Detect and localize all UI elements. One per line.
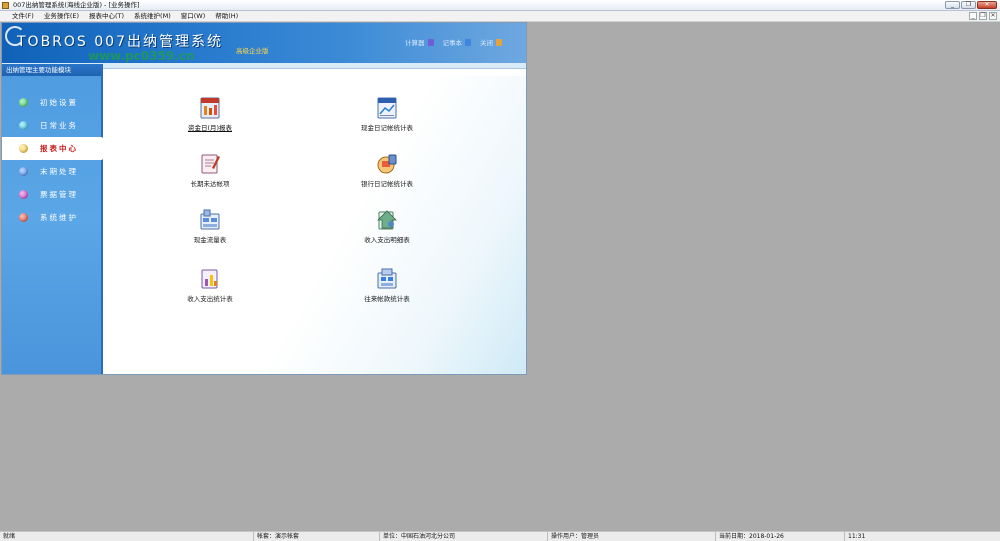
child-close-button[interactable]: ✕ [989, 12, 997, 20]
report-accounts-stats[interactable]: 往来帐款统计表 [327, 267, 447, 303]
app-header: TOBROS 007出纳管理系统 高级企业版 www.pc0359.cn 计算器… [2, 23, 526, 63]
report-label: 现金流量表 [193, 236, 227, 244]
report-bank-journal-stats[interactable]: 银行日记帐统计表 [327, 152, 447, 188]
sidebar-item-label: 票据管理 [40, 190, 78, 199]
menu-file[interactable]: 文件(F) [7, 11, 39, 22]
report-label: 现金日记帐统计表 [361, 124, 413, 132]
status-account-set: 帐套：演示帐套 [254, 532, 380, 541]
window-title: 007出纳管理系统(海线企业版) - [业务操作] [13, 1, 140, 9]
status-ready: 就绪 [0, 532, 254, 541]
sidebar: 出纳管理主要功能模块 初始设置 日常业务 报表中心 末期处理 票据管理 系统维护 [2, 64, 103, 374]
business-window: TOBROS 007出纳管理系统 高级企业版 www.pc0359.cn 计算器… [1, 22, 527, 375]
menu-maintenance[interactable]: 系统维护(M) [129, 11, 176, 22]
red-ball-icon [19, 213, 28, 222]
sidebar-item-initial-setup[interactable]: 初始设置 [2, 91, 101, 114]
cash-flow-icon [200, 209, 220, 230]
cyan-ball-icon [19, 121, 28, 130]
fund-report-icon [200, 97, 220, 119]
status-bar: 就绪 帐套：演示帐套 单位：中国石油河北分公司 操作用户：管理员 当前日期：20… [0, 531, 1000, 541]
report-cash-journal-stats[interactable]: 现金日记帐统计表 [327, 96, 447, 132]
notepad-label: 记事本 [442, 39, 463, 47]
menu-reports[interactable]: 报表中心(T) [84, 11, 129, 22]
bank-journal-icon [377, 154, 397, 174]
edition-label: 高级企业版 [236, 47, 269, 55]
report-fund-daily-monthly[interactable]: 资金日(月)报表 [150, 96, 270, 132]
close-button[interactable]: ✕ [977, 1, 997, 9]
close-app-label: 关闭 [480, 39, 493, 47]
window-controls: _ ❐ ✕ [945, 1, 997, 9]
calculator-icon [427, 38, 434, 46]
menu-help[interactable]: 帮助(H) [210, 11, 243, 22]
report-label: 银行日记帐统计表 [361, 180, 413, 188]
sidebar-item-label: 日常业务 [40, 121, 78, 130]
report-label: 收入支出统计表 [187, 295, 233, 303]
status-date: 当前日期：2018-01-26 [716, 532, 845, 541]
sidebar-item-report-center[interactable]: 报表中心 [2, 137, 103, 160]
status-time: 11:31 [848, 533, 866, 540]
child-restore-button[interactable]: ❐ [979, 12, 987, 20]
report-income-expense-detail[interactable]: 收入支出明细表 [327, 208, 447, 244]
purple-ball-icon [19, 190, 28, 199]
income-expense-detail-icon [377, 210, 397, 230]
cash-journal-icon [377, 97, 397, 119]
report-label: 往来帐款统计表 [364, 295, 410, 303]
close-app-icon [496, 38, 502, 46]
calculator-link[interactable]: 计算器 [405, 37, 434, 47]
minimize-button[interactable]: _ [945, 1, 960, 9]
status-company: 单位：中国石油河北分公司 [380, 532, 548, 541]
menu-operations[interactable]: 业务操作(E) [39, 11, 84, 22]
menu-window[interactable]: 窗口(W) [176, 11, 211, 22]
watermark-url: www.pc0359.cn [88, 49, 195, 63]
report-panel: 资金日(月)报表 现金日记帐统计表 长期未达帐项 银行日记帐统计表 现金流量表 … [105, 76, 526, 374]
sidebar-item-label: 初始设置 [40, 98, 78, 107]
sidebar-item-label: 末期处理 [40, 167, 78, 176]
yellow-ball-icon [19, 144, 28, 153]
brand-title: TOBROS 007出纳管理系统 [17, 34, 223, 50]
sidebar-item-bill-management[interactable]: 票据管理 [2, 183, 101, 206]
green-ball-icon [19, 98, 28, 107]
sidebar-item-label: 报表中心 [40, 144, 78, 153]
calculator-label: 计算器 [405, 39, 425, 47]
menu-bar: 文件(F) 业务操作(E) 报表中心(T) 系统维护(M) 窗口(W) 帮助(H… [0, 11, 1000, 22]
report-income-expense-stats[interactable]: 收入支出统计表 [150, 267, 270, 303]
child-minimize-button[interactable]: _ [969, 12, 977, 20]
notepad-icon [465, 38, 471, 46]
restore-button[interactable]: ❐ [961, 1, 976, 9]
sidebar-item-label: 系统维护 [40, 213, 78, 222]
sidebar-title: 出纳管理主要功能模块 [2, 64, 101, 76]
report-label: 长期未达帐项 [190, 180, 230, 188]
report-long-outstanding[interactable]: 长期未达帐项 [150, 152, 270, 188]
report-cash-flow[interactable]: 现金流量表 [150, 208, 270, 244]
income-expense-stats-icon [201, 269, 218, 289]
notepad-link[interactable]: 记事本 [442, 37, 471, 47]
report-label: 资金日(月)报表 [187, 124, 233, 132]
report-label: 收入支出明细表 [364, 236, 410, 244]
close-app-link[interactable]: 关闭 [480, 37, 502, 47]
blue-ball-icon [19, 167, 28, 176]
title-bar: 007出纳管理系统(海线企业版) - [业务操作] _ ❐ ✕ [0, 0, 1000, 11]
sidebar-item-system-maintenance[interactable]: 系统维护 [2, 206, 101, 229]
sidebar-item-daily-business[interactable]: 日常业务 [2, 114, 101, 137]
accounts-stats-icon [377, 268, 397, 289]
app-icon [2, 2, 9, 9]
sidebar-item-period-end[interactable]: 末期处理 [2, 160, 101, 183]
status-operator: 操作用户：管理员 [548, 532, 716, 541]
outstanding-items-icon [201, 154, 220, 174]
